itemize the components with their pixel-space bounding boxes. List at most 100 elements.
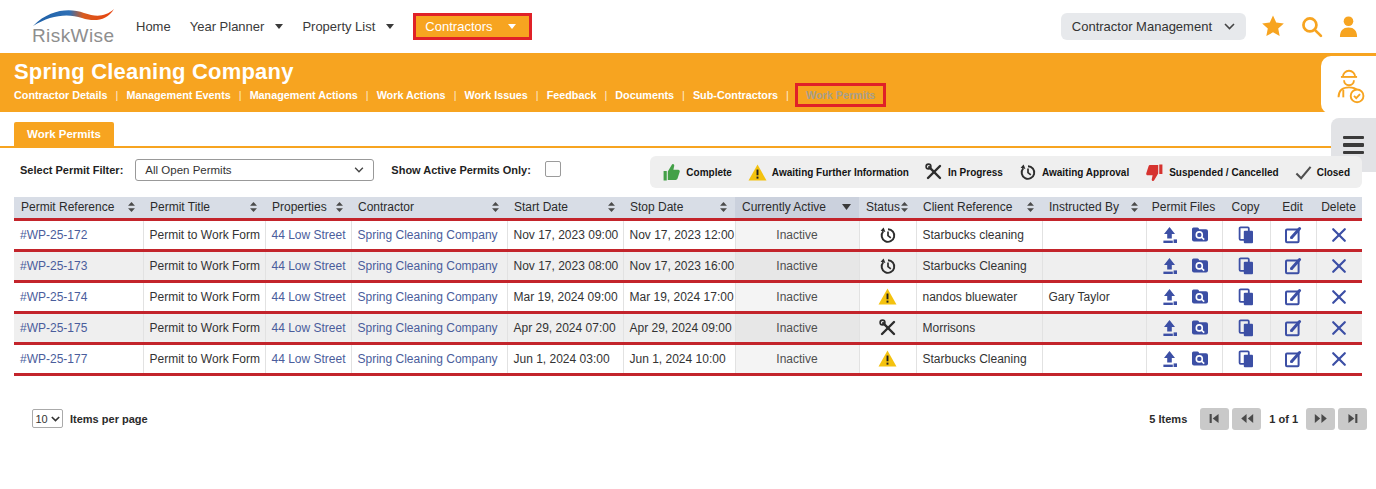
copy-permit-button[interactable]: [1237, 319, 1255, 337]
edit-permit-button[interactable]: [1284, 319, 1302, 337]
property-link[interactable]: 44 Low Street: [272, 352, 346, 366]
contractor-tab-documents[interactable]: Documents: [615, 89, 674, 101]
column-label: Properties: [272, 200, 327, 214]
delete-permit-button[interactable]: [1331, 351, 1347, 367]
delete-permit-button[interactable]: [1331, 258, 1347, 274]
contractor-tab-feedback[interactable]: Feedback: [547, 89, 597, 101]
nav-item-home[interactable]: Home: [136, 19, 171, 34]
upload-permit-file-button[interactable]: [1160, 257, 1179, 275]
contractor-link[interactable]: Spring Cleaning Company: [358, 321, 498, 335]
contractor-header-band: Spring Cleaning Company Contractor Detai…: [0, 53, 1376, 112]
view-permit-files-button[interactable]: [1191, 226, 1209, 243]
tab-work-permits[interactable]: Work Permits: [14, 122, 114, 146]
delete-permit-button[interactable]: [1331, 289, 1347, 305]
items-count: 5 Items: [1149, 413, 1187, 425]
permit-title: Permit to Work Form: [150, 352, 260, 366]
contractor-link[interactable]: Spring Cleaning Company: [358, 259, 498, 273]
favorites-star-icon[interactable]: [1260, 14, 1286, 39]
nav-item-property-list[interactable]: Property List: [302, 19, 394, 34]
contractor-tab-sub-contractors[interactable]: Sub-Contractors: [693, 89, 778, 101]
contractor-link[interactable]: Spring Cleaning Company: [358, 228, 498, 242]
table-footer: 10 Items per page 5 Items 1 of 1: [0, 408, 1376, 430]
copy-permit-button[interactable]: [1237, 350, 1255, 368]
column-label: Edit: [1282, 200, 1303, 214]
property-link[interactable]: 44 Low Street: [272, 321, 346, 335]
column-header-start-date[interactable]: Start Date: [507, 197, 623, 219]
sort-icon: [250, 202, 257, 212]
page-size-select[interactable]: 10: [32, 409, 63, 428]
tab-separator: |: [786, 89, 789, 101]
column-header-properties[interactable]: Properties: [265, 197, 351, 219]
first-page-button[interactable]: [1200, 408, 1229, 430]
contractor-link[interactable]: Spring Cleaning Company: [358, 352, 498, 366]
riskwise-logo[interactable]: RiskWise: [32, 6, 116, 47]
start-date: Nov 17, 2023 08:00: [514, 259, 619, 273]
nav-item-label: Contractors: [425, 19, 492, 34]
contractor-tab-contractor-details[interactable]: Contractor Details: [14, 89, 108, 101]
column-header-client-reference[interactable]: Client Reference: [916, 197, 1042, 219]
upload-permit-file-button[interactable]: [1160, 350, 1179, 368]
upload-permit-file-button[interactable]: [1160, 288, 1179, 306]
nav-item-year-planner[interactable]: Year Planner: [190, 19, 284, 34]
client-reference: Morrisons: [923, 321, 976, 335]
permit-reference-link[interactable]: #WP-25-174: [20, 290, 87, 304]
contractor-link[interactable]: Spring Cleaning Company: [358, 290, 498, 304]
module-select-value: Contractor Management: [1072, 19, 1212, 34]
delete-permit-button[interactable]: [1331, 227, 1347, 243]
upload-permit-file-button[interactable]: [1160, 319, 1179, 337]
view-permit-files-button[interactable]: [1191, 257, 1209, 274]
contractor-tab-work-permits[interactable]: Work Permits: [795, 83, 886, 107]
client-reference: Starbucks Cleaning: [923, 352, 1027, 366]
permit-reference-link[interactable]: #WP-25-172: [20, 228, 87, 242]
permit-reference-link[interactable]: #WP-25-175: [20, 321, 87, 335]
view-permit-files-button[interactable]: [1191, 350, 1209, 367]
property-link[interactable]: 44 Low Street: [272, 290, 346, 304]
column-header-stop-date[interactable]: Stop Date: [623, 197, 735, 219]
copy-permit-button[interactable]: [1237, 257, 1255, 275]
show-active-only-checkbox[interactable]: [545, 161, 561, 177]
view-permit-files-button[interactable]: [1191, 319, 1209, 336]
column-header-copy: Copy: [1222, 197, 1270, 219]
top-navbar: RiskWise Home Year Planner Property List Co…: [0, 0, 1376, 53]
last-page-button[interactable]: [1338, 408, 1367, 430]
view-permit-files-button[interactable]: [1191, 288, 1209, 305]
status-legend: CompleteAwaiting Further InformationIn P…: [650, 156, 1362, 188]
user-icon[interactable]: [1337, 15, 1360, 38]
upload-permit-file-button[interactable]: [1160, 226, 1179, 244]
edit-permit-button[interactable]: [1284, 288, 1302, 306]
property-link[interactable]: 44 Low Street: [272, 228, 346, 242]
edit-permit-button[interactable]: [1284, 350, 1302, 368]
tab-separator: |: [116, 89, 119, 101]
copy-permit-button[interactable]: [1237, 226, 1255, 244]
column-header-permit-title[interactable]: Permit Title: [143, 197, 265, 219]
edit-permit-button[interactable]: [1284, 226, 1302, 244]
previous-page-button[interactable]: [1232, 408, 1261, 430]
edit-permit-button[interactable]: [1284, 257, 1302, 275]
contractor-tab-work-issues[interactable]: Work Issues: [464, 89, 527, 101]
nav-item-contractors[interactable]: Contractors: [413, 13, 531, 40]
column-header-currently-active[interactable]: Currently Active: [735, 197, 859, 219]
contractor-tab-management-actions[interactable]: Management Actions: [250, 89, 358, 101]
column-header-contractor[interactable]: Contractor: [351, 197, 507, 219]
property-link[interactable]: 44 Low Street: [272, 259, 346, 273]
permit-filter-select[interactable]: All Open Permits: [135, 159, 374, 181]
pagination: 5 Items 1 of 1: [1149, 408, 1367, 430]
permit-reference-link[interactable]: #WP-25-177: [20, 352, 87, 366]
permit-reference-link[interactable]: #WP-25-173: [20, 259, 87, 273]
sort-icon: [1027, 202, 1034, 212]
column-header-permit-reference[interactable]: Permit Reference: [14, 197, 143, 219]
start-date: Mar 19, 2024 09:00: [514, 290, 618, 304]
delete-permit-button[interactable]: [1331, 320, 1347, 336]
contractor-tab-work-actions[interactable]: Work Actions: [377, 89, 446, 101]
legend-item-thumbs-down: Suspended / Cancelled: [1145, 163, 1278, 182]
thumbs-up-icon: [662, 163, 681, 182]
next-page-button[interactable]: [1306, 408, 1335, 430]
module-select[interactable]: Contractor Management: [1061, 13, 1246, 40]
copy-permit-button[interactable]: [1237, 288, 1255, 306]
contractor-tab-management-events[interactable]: Management Events: [126, 89, 230, 101]
column-header-status[interactable]: Status: [859, 197, 916, 219]
contractor-quick-action-card[interactable]: [1321, 56, 1376, 114]
column-label: Permit Title: [150, 200, 210, 214]
search-icon[interactable]: [1300, 15, 1323, 38]
column-header-instructed-by[interactable]: Instructed By: [1042, 197, 1146, 219]
